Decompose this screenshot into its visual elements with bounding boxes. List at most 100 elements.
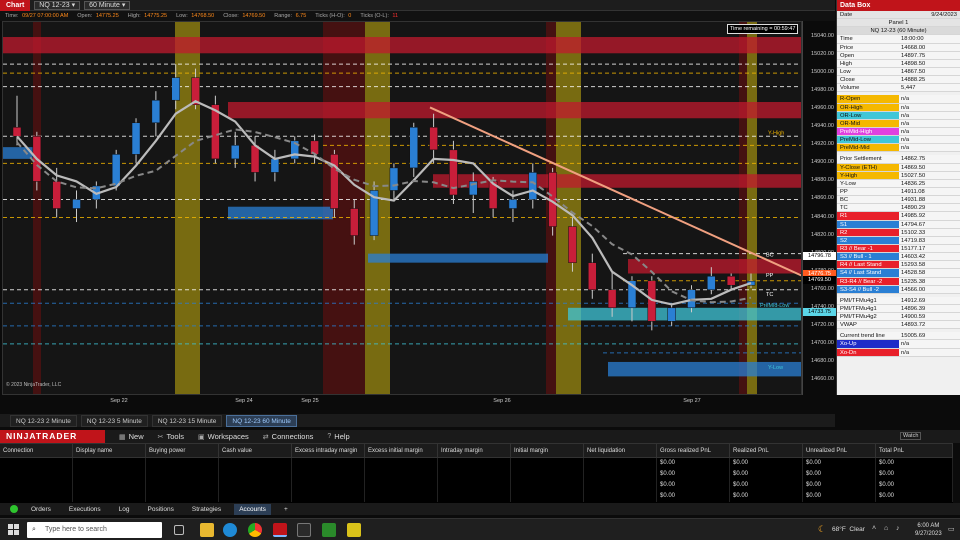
new-icon: ▦: [119, 433, 126, 441]
column-header[interactable]: Total PnL: [876, 444, 953, 457]
databox-trend-group: Current trend line 15005.69 Xo-Up n/a Xo-Dn n…: [837, 332, 960, 357]
app-icon-3[interactable]: [322, 523, 336, 537]
file-explorer-icon[interactable]: [200, 523, 214, 537]
session-band: [556, 22, 581, 394]
weather-icon: ☾: [818, 524, 827, 534]
ohlc-label: Time: [840, 36, 853, 43]
weather-text[interactable]: 68°F Clear: [832, 526, 865, 533]
table-cell: [365, 480, 438, 491]
column-header[interactable]: Excess intraday margin: [292, 444, 365, 457]
table-cell: [292, 458, 365, 469]
y-tick-label: 15000.00: [811, 69, 834, 76]
opening-range-value: n/a: [901, 104, 910, 111]
task-view-icon[interactable]: [174, 525, 184, 535]
table-row[interactable]: $0.00 $0.00 $0.00 $0.00: [0, 458, 953, 469]
tab-nq-60-minute[interactable]: NQ 12-23 60 Minute: [226, 414, 297, 427]
clock-date: 9/27/2023: [915, 531, 942, 537]
info-high: High: 14775.25: [127, 13, 168, 19]
menu-tools[interactable]: ✂ Tools: [158, 432, 184, 441]
info-open: Open: 14775.25: [77, 13, 119, 19]
trend-label: Current trend line: [837, 332, 899, 340]
table-cell: $0.00: [730, 491, 803, 502]
column-header[interactable]: Gross realized PnL: [657, 444, 730, 457]
tab-positions[interactable]: Positions: [143, 504, 179, 515]
y-tick-label: 14880.00: [811, 177, 834, 184]
trend-label: Xo-Up: [837, 340, 899, 348]
ohlc-value: 14668.00: [901, 44, 926, 51]
tab-nq-2-minute[interactable]: NQ 12-23 2 Minute: [10, 414, 77, 427]
tray-chevron-icon[interactable]: ˄: [872, 525, 876, 532]
column-header[interactable]: Cash value: [219, 444, 292, 457]
volume-icon[interactable]: ♪: [896, 525, 900, 532]
time-axis[interactable]: Sep 22 Sep 24 Sep 25 Sep 26 Sep 27: [2, 395, 802, 409]
table-row[interactable]: $0.00 $0.00 $0.00 $0.00: [0, 480, 953, 491]
column-header[interactable]: Unrealized PnL: [803, 444, 876, 457]
indicator-label: PMI/TFMu4g1: [837, 296, 899, 304]
chart-window-label[interactable]: Chart: [0, 0, 31, 11]
zone-mid-supply: [433, 174, 801, 188]
table-cell: [292, 491, 365, 502]
menu-new[interactable]: ▦ New: [119, 432, 144, 441]
tab-log[interactable]: Log: [114, 504, 135, 515]
pivot-level-value: 14719.83: [901, 237, 926, 244]
opening-range-value: n/a: [901, 120, 910, 127]
candle-body: [330, 154, 339, 209]
column-header[interactable]: Net liquidation: [584, 444, 657, 457]
menu-workspaces[interactable]: ▣ Workspaces: [198, 432, 249, 441]
add-tab-button[interactable]: +: [279, 504, 293, 515]
column-header[interactable]: Excess initial margin: [365, 444, 438, 457]
candle-body: [270, 158, 280, 173]
session-band: [747, 22, 757, 394]
column-header[interactable]: Intraday margin: [438, 444, 511, 457]
menu-help[interactable]: ? Help: [327, 432, 349, 441]
pivot-level-value: 14931.88: [901, 197, 926, 204]
pivot-level-value: 14566.00: [901, 286, 926, 293]
clock[interactable]: 6:00 AM 9/27/2023: [915, 522, 942, 538]
table-cell: [511, 491, 584, 502]
column-header[interactable]: Connection: [0, 444, 73, 457]
table-row[interactable]: $0.00 $0.00 $0.00 $0.00: [0, 491, 953, 502]
opening-range-label: OR-High: [837, 103, 899, 111]
instrument-selector[interactable]: NQ 12-23 ▾: [34, 0, 81, 10]
column-header[interactable]: Buying power: [146, 444, 219, 457]
notification-icon[interactable]: ▭: [948, 525, 955, 533]
pivot-level-row: R4 // Last Stand 15293.58: [837, 261, 960, 270]
indicator-value: 14900.59: [901, 314, 926, 321]
edge-icon[interactable]: [223, 523, 237, 537]
taskbar-search-input[interactable]: ⌕ Type here to search: [27, 522, 162, 538]
tab-orders[interactable]: Orders: [26, 504, 56, 515]
pivot-level-value: 14869.50: [901, 164, 926, 171]
opening-range-row: OR-Mid n/a: [837, 119, 960, 128]
watch-button[interactable]: Watch: [900, 432, 922, 440]
chart-plot-area[interactable]: Y-High BC PP TC PreMid-Low Y-Low: [2, 21, 802, 395]
table-cell: [511, 469, 584, 480]
tab-accounts[interactable]: Accounts: [234, 503, 271, 515]
accounts-grid: Connection Display name Buying power Cash v…: [0, 443, 953, 503]
price-tag: 14733.75: [803, 308, 836, 317]
menu-connections[interactable]: ⇄ Connections: [263, 432, 314, 441]
tab-nq-15-minute[interactable]: NQ 12-23 15 Minute: [151, 414, 223, 427]
column-header[interactable]: Initial margin: [511, 444, 584, 457]
chrome-icon[interactable]: [248, 523, 262, 537]
ninjatrader-app-icon[interactable]: [273, 523, 287, 537]
windows-start-icon[interactable]: [8, 524, 19, 535]
column-header[interactable]: Realized PnL: [730, 444, 803, 457]
tools-icon: ✂: [157, 433, 164, 441]
price-axis[interactable]: 15040.00 15020.00 15000.00 14980.00 14960.00…: [802, 21, 836, 395]
opening-range-value: n/a: [901, 96, 910, 103]
table-cell: [292, 469, 365, 480]
databox-date-row: Date 9/24/2023: [837, 11, 960, 20]
price-chart-svg: Y-High BC PP TC PreMid-Low Y-Low: [3, 22, 801, 394]
candle-body: [52, 181, 61, 209]
tab-strategies[interactable]: Strategies: [187, 504, 226, 515]
trend-row: Xo-Up n/a: [837, 340, 960, 349]
app-icon-2[interactable]: [297, 523, 311, 537]
column-header[interactable]: Display name: [73, 444, 146, 457]
tab-nq-5-minute[interactable]: NQ 12-23 5 Minute: [80, 414, 148, 427]
pivot-level-value: 15293.58: [901, 262, 926, 269]
table-row[interactable]: $0.00 $0.00 $0.00 $0.00: [0, 469, 953, 480]
network-icon[interactable]: ⌂: [884, 525, 888, 532]
tab-executions[interactable]: Executions: [64, 504, 106, 515]
app-icon-4[interactable]: [347, 523, 361, 537]
interval-selector[interactable]: 60 Minute ▾: [84, 0, 131, 10]
